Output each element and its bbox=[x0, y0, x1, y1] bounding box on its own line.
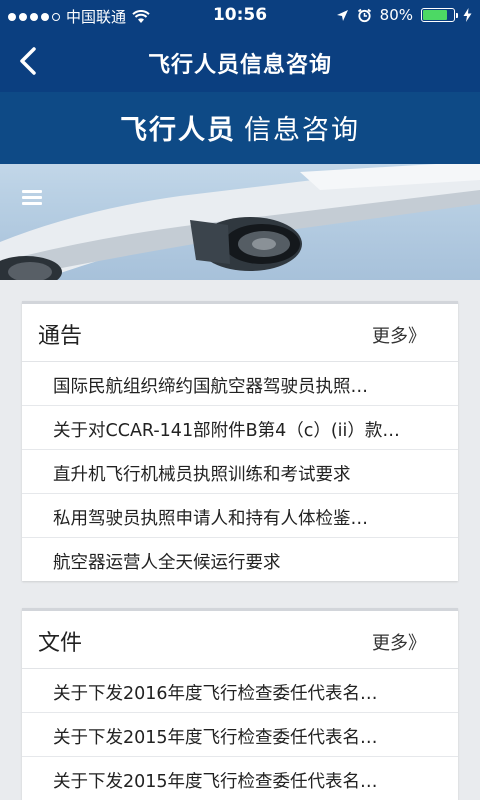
navigation-bar: 飞行人员信息咨询 bbox=[0, 30, 480, 92]
notices-card: 通告 更多》 国际民航组织缔约国航空器驾驶员执照… 关于对CCAR-141部附件… bbox=[22, 301, 458, 581]
notice-item[interactable]: 直升机飞行机械员执照训练和考试要求 bbox=[22, 450, 458, 494]
notice-item[interactable]: 国际民航组织缔约国航空器驾驶员执照… bbox=[22, 362, 458, 406]
notice-item[interactable]: 私用驾驶员执照申请人和持有人体检鉴… bbox=[22, 494, 458, 538]
hero-title-band: 飞行人员 信息咨询 bbox=[0, 92, 480, 164]
notices-title: 通告 bbox=[38, 324, 83, 349]
documents-more-link[interactable]: 更多》 bbox=[372, 629, 426, 655]
status-bar: 中国联通 10:56 80% bbox=[0, 0, 480, 30]
document-item[interactable]: 关于下发2015年度飞行检查委任代表名… bbox=[22, 713, 458, 757]
notices-header: 通告 更多》 bbox=[22, 304, 458, 362]
notices-more-link[interactable]: 更多》 bbox=[372, 322, 426, 348]
status-right: 80% bbox=[336, 6, 472, 24]
hero-title: 飞行人员 信息咨询 bbox=[0, 108, 480, 147]
document-item[interactable]: 关于下发2015年度飞行检查委任代表名… bbox=[22, 757, 458, 800]
alarm-clock-icon bbox=[357, 8, 371, 22]
location-arrow-icon bbox=[336, 9, 348, 21]
notice-item[interactable]: 航空器运营人全天候运行要求 bbox=[22, 538, 458, 581]
hero-title-bold: 飞行人员 bbox=[120, 115, 236, 146]
nav-title: 飞行人员信息咨询 bbox=[147, 53, 332, 78]
menu-icon[interactable] bbox=[22, 190, 42, 206]
document-item[interactable]: 关于下发2016年度飞行检查委任代表名… bbox=[22, 669, 458, 713]
documents-card: 文件 更多》 关于下发2016年度飞行检查委任代表名… 关于下发2015年度飞行… bbox=[22, 608, 458, 800]
battery-percent: 80% bbox=[379, 6, 413, 24]
battery-icon bbox=[421, 8, 458, 22]
documents-title: 文件 bbox=[38, 631, 83, 656]
notice-item[interactable]: 关于对CCAR-141部附件B第4（c）(ii）款… bbox=[22, 406, 458, 450]
hero-title-light: 信息咨询 bbox=[244, 115, 360, 146]
documents-header: 文件 更多》 bbox=[22, 611, 458, 669]
charging-bolt-icon bbox=[463, 8, 472, 22]
hero-banner: 飞行人员 信息咨询 bbox=[0, 92, 480, 280]
